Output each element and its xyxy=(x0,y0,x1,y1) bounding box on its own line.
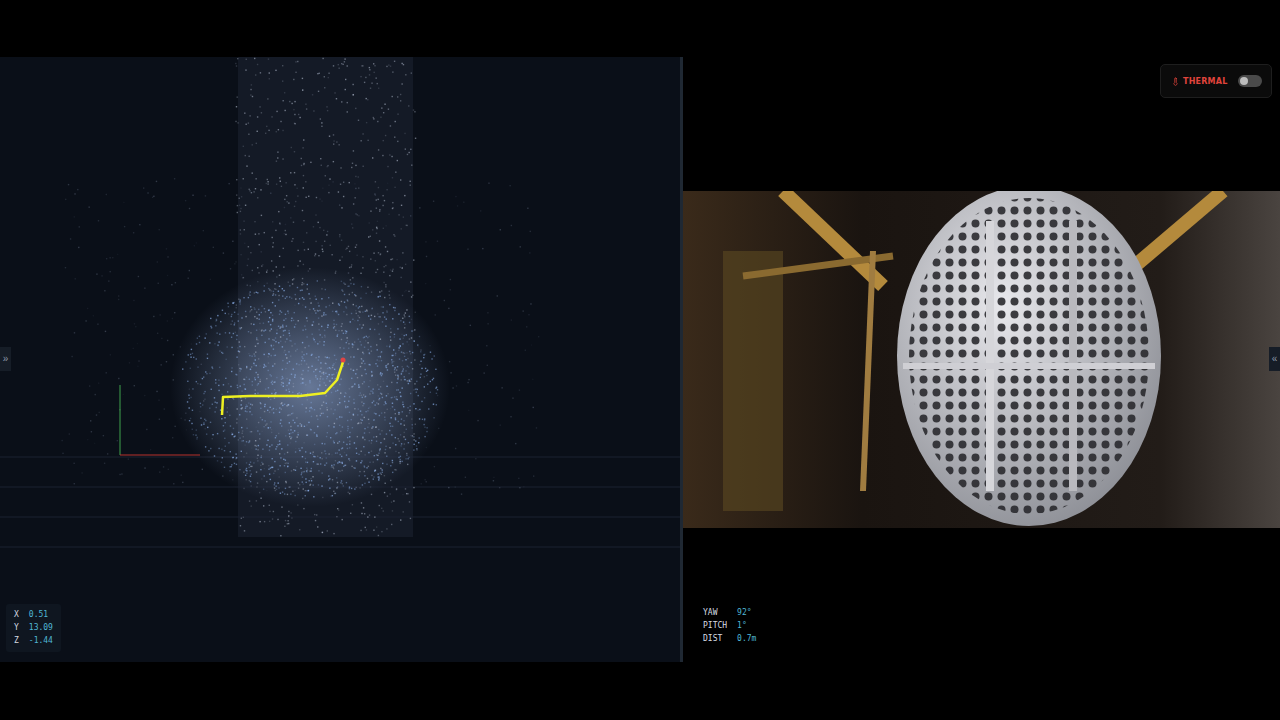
x-axis-icon xyxy=(120,455,200,456)
y-axis-icon xyxy=(120,385,121,455)
viewer-panel: » X 0.51 Y 13.09 Z -1.44 xyxy=(0,57,680,662)
coordinates-box: X 0.51 Y 13.09 Z -1.44 xyxy=(6,604,61,652)
expand-right-button[interactable]: « xyxy=(1269,347,1280,371)
main-area: » X 0.51 Y 13.09 Z -1.44 THERMAL « YAW 92° PITCH 1° D… xyxy=(0,57,1280,662)
coordinate-label: X xyxy=(14,609,19,621)
coordinate-value: -1.44 xyxy=(29,635,53,647)
trajectory-icon xyxy=(222,362,343,415)
telemetry-value: 92° xyxy=(737,607,756,619)
camera-panel: THERMAL « YAW 92° PITCH 1° DIST 0.7m xyxy=(683,57,1280,662)
toggle-knob xyxy=(1240,77,1248,85)
telemetry-box: YAW 92° PITCH 1° DIST 0.7m xyxy=(695,602,764,650)
top-letterbox xyxy=(0,0,1280,57)
thermal-control: THERMAL xyxy=(1160,64,1272,98)
expand-left-button[interactable]: » xyxy=(0,347,11,371)
coordinate-label: Z xyxy=(14,635,19,647)
point-cloud-view[interactable] xyxy=(0,57,680,662)
coordinate-value: 13.09 xyxy=(29,622,53,634)
camera-feed xyxy=(683,191,1280,528)
bottom-letterbox xyxy=(0,662,1280,720)
thermal-label: THERMAL xyxy=(1171,77,1227,86)
coordinate-value: 0.51 xyxy=(29,609,53,621)
telemetry-value: 1° xyxy=(737,620,756,632)
telemetry-label: YAW xyxy=(703,607,727,619)
telemetry-value: 0.7m xyxy=(737,633,756,645)
coordinate-label: Y xyxy=(14,622,19,634)
thermal-toggle[interactable] xyxy=(1238,75,1262,87)
telemetry-label: PITCH xyxy=(703,620,727,632)
app-screen: » X 0.51 Y 13.09 Z -1.44 THERMAL « YAW 92° PITCH 1° D… xyxy=(0,0,1280,720)
robot-position-icon xyxy=(341,358,346,363)
thermometer-icon xyxy=(1171,77,1180,86)
telemetry-label: DIST xyxy=(703,633,727,645)
